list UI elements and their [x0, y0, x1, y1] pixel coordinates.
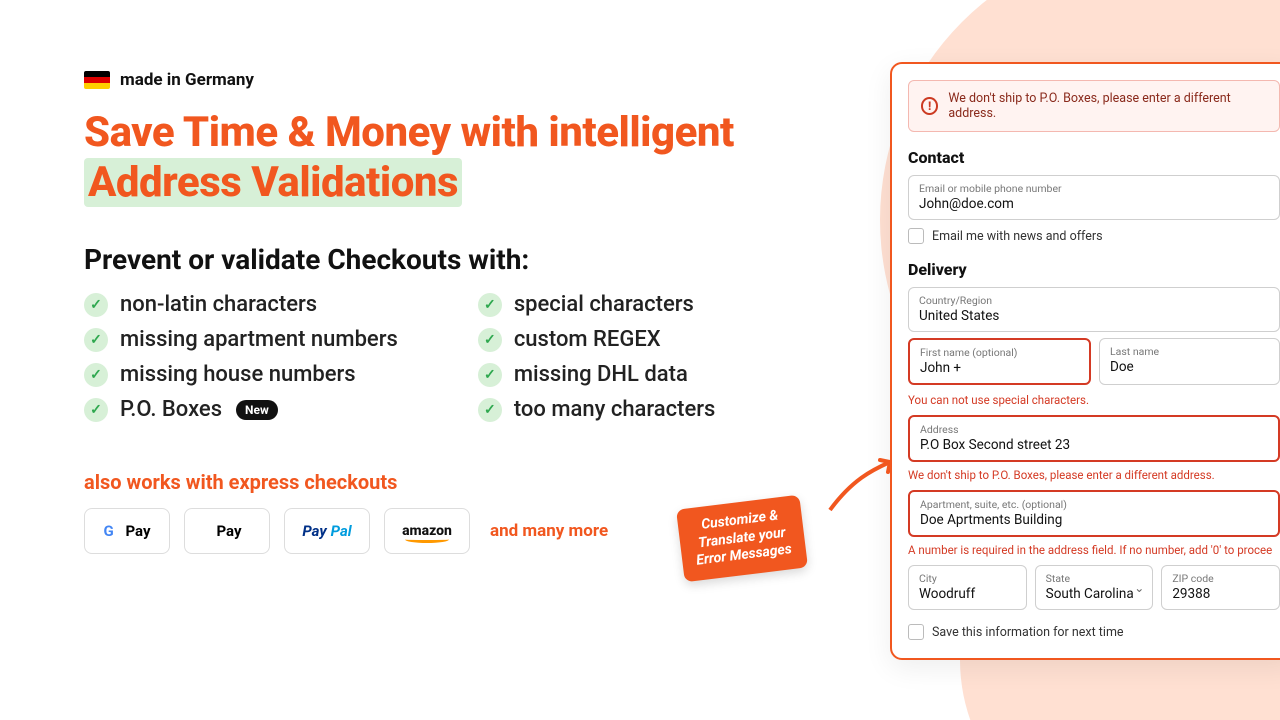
feature-item: ✓missing DHL data — [478, 362, 716, 387]
paypal-logo: PayPal — [284, 508, 370, 554]
check-icon: ✓ — [84, 363, 108, 387]
check-icon: ✓ — [478, 363, 502, 387]
amazon-logo: amazon — [384, 508, 470, 554]
alert-text: We don't ship to P.O. Boxes, please ente… — [948, 91, 1267, 121]
delivery-heading: Delivery — [908, 260, 1280, 279]
checkout-panel: ! We don't ship to P.O. Boxes, please en… — [890, 62, 1280, 660]
address-field[interactable]: Address P.O Box Second street 23 — [908, 415, 1280, 462]
news-checkbox-row[interactable]: Email me with news and offers — [908, 228, 1280, 244]
applepay-logo: Pay — [184, 508, 270, 554]
checkbox-icon[interactable] — [908, 624, 924, 640]
feature-item: ✓too many characters — [478, 397, 716, 422]
address-error: We don't ship to P.O. Boxes, please ente… — [908, 468, 1280, 482]
feature-item: ✓special characters — [478, 292, 716, 317]
apartment-field[interactable]: Apartment, suite, etc. (optional) Doe Ap… — [908, 490, 1280, 537]
check-icon: ✓ — [478, 398, 502, 422]
first-name-error: You can not use special characters. — [908, 393, 1280, 407]
last-name-field[interactable]: Last name Doe — [1099, 338, 1280, 385]
country-field[interactable]: Country/Region United States — [908, 287, 1280, 332]
new-badge: New — [236, 400, 278, 420]
germany-flag-icon — [84, 71, 110, 89]
chevron-down-icon: ⌄ — [1134, 581, 1144, 595]
callout-bubble: Customize & Translate your Error Message… — [676, 495, 808, 582]
check-icon: ✓ — [84, 328, 108, 352]
feature-item: ✓missing house numbers — [84, 362, 398, 387]
first-name-field[interactable]: First name (optional) John + — [908, 338, 1091, 385]
feature-item: ✓custom REGEX — [478, 327, 716, 352]
feature-item: ✓non-latin characters — [84, 292, 398, 317]
check-icon: ✓ — [84, 398, 108, 422]
top-alert: ! We don't ship to P.O. Boxes, please en… — [908, 80, 1280, 132]
and-many-more: and many more — [490, 521, 608, 541]
headline-highlight: Address Validations — [84, 158, 462, 207]
headline: Save Time & Money with intelligent Addre… — [84, 108, 784, 207]
check-icon: ✓ — [478, 293, 502, 317]
gpay-logo: G Pay — [84, 508, 170, 554]
made-in-row: made in Germany — [84, 70, 784, 90]
feature-list: ✓non-latin characters ✓missing apartment… — [84, 292, 784, 422]
check-icon: ✓ — [478, 328, 502, 352]
made-in-label: made in Germany — [120, 70, 254, 90]
zip-field[interactable]: ZIP code 29388 — [1161, 565, 1280, 610]
subheading: Prevent or validate Checkouts with: — [84, 243, 784, 276]
state-field[interactable]: State South Carolina ⌄ — [1035, 565, 1154, 610]
arrow-icon — [822, 450, 902, 530]
contact-heading: Contact — [908, 148, 1280, 167]
checkbox-icon[interactable] — [908, 228, 924, 244]
alert-icon: ! — [921, 97, 938, 115]
city-field[interactable]: City Woodruff — [908, 565, 1027, 610]
headline-pre: Save Time & Money with intelligent — [84, 108, 734, 157]
feature-item: ✓P.O. BoxesNew — [84, 397, 398, 422]
apartment-error: A number is required in the address fiel… — [908, 543, 1280, 557]
save-info-row[interactable]: Save this information for next time — [908, 624, 1280, 640]
check-icon: ✓ — [84, 293, 108, 317]
feature-item: ✓missing apartment numbers — [84, 327, 398, 352]
also-works-heading: also works with express checkouts — [84, 470, 784, 494]
email-field[interactable]: Email or mobile phone number John@doe.co… — [908, 175, 1280, 220]
